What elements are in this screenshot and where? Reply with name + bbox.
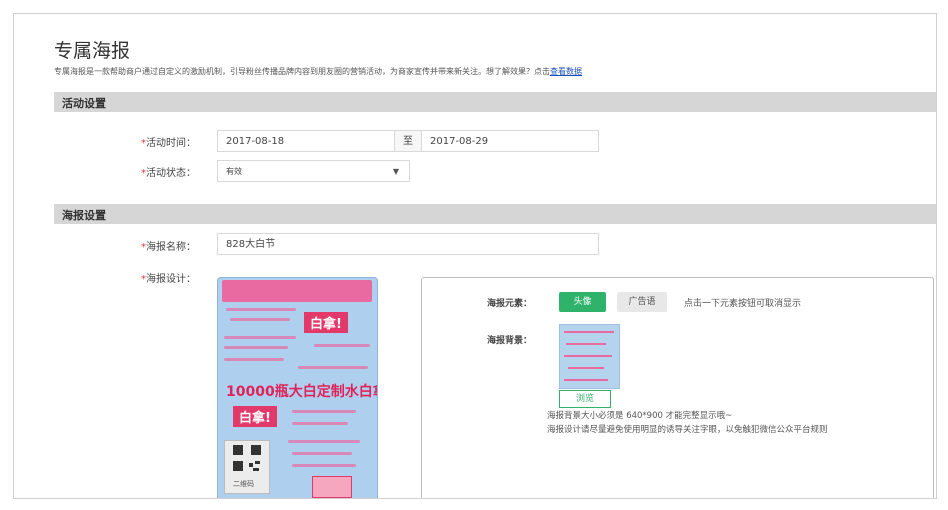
- poster-text-line: [226, 308, 296, 311]
- activity-status-select[interactable]: 有效 ▼: [217, 160, 410, 182]
- start-date-input[interactable]: 2017-08-18: [217, 130, 395, 152]
- poster-text-line: [314, 344, 370, 347]
- poster-section-title: 海报设置: [62, 209, 106, 222]
- page-title: 专属海报: [54, 40, 131, 62]
- poster-text-line: [224, 346, 288, 349]
- poster-elements-label: 海报元素：: [487, 299, 533, 309]
- background-thumbnail: [559, 324, 620, 389]
- view-data-link[interactable]: 查看数据: [550, 67, 582, 76]
- thumb-line: [564, 379, 608, 381]
- poster-text-line: [230, 318, 290, 321]
- thumb-line: [568, 367, 604, 369]
- poster-badge: 白拿!: [304, 312, 348, 333]
- thumb-line: [564, 355, 612, 357]
- poster-top-banner: [222, 280, 372, 302]
- poster-badge-secondary: 白拿!: [233, 406, 277, 427]
- activity-time-label: *活动时间：: [141, 138, 196, 149]
- page-description: 专属海报是一款帮助商户通过自定义的激励机制，引导粉丝传播品牌内容到朋友圈的营销活…: [54, 66, 582, 77]
- poster-preview[interactable]: 白拿! 10000瓶大白定制水白拿 白拿! 二维码: [217, 277, 378, 498]
- poster-background-label: 海报背景：: [487, 336, 533, 346]
- browse-button[interactable]: 浏览: [559, 390, 611, 408]
- poster-festival-stamp: [312, 476, 352, 498]
- poster-design-label: *海报设计：: [141, 274, 196, 285]
- poster-text-line: [292, 464, 356, 467]
- slogan-element-button[interactable]: 广告语: [617, 292, 667, 312]
- design-rule-note: 海报设计请尽量避免使用明显的诱导关注字眼，以免触犯微信公众平台规则: [547, 425, 828, 435]
- qr-code-label: 二维码: [233, 480, 254, 488]
- thumb-line: [566, 343, 606, 345]
- poster-section-header: 海报设置: [54, 204, 936, 224]
- poster-editor-panel: 海报元素： 头像 广告语 点击一下元素按钮可取消显示 海报背景： 浏览 海报背景…: [421, 277, 934, 498]
- poster-text-line: [224, 336, 296, 339]
- poster-text-line: [288, 440, 360, 443]
- poster-text-line: [292, 422, 348, 425]
- poster-headline: 10000瓶大白定制水白拿: [226, 384, 378, 400]
- poster-name-label: *海报名称：: [141, 242, 196, 253]
- poster-text-line: [224, 358, 284, 361]
- qr-code-icon: [233, 445, 261, 471]
- chevron-down-icon: ▼: [392, 167, 399, 176]
- page-frame: 专属海报 专属海报是一款帮助商户通过自定义的激励机制，引导粉丝传播品牌内容到朋友…: [13, 13, 937, 499]
- poster-text-line: [298, 366, 368, 369]
- activity-section-header: 活动设置: [54, 92, 936, 112]
- thumb-line: [564, 331, 614, 333]
- poster-text-line: [292, 452, 352, 455]
- activity-section-title: 活动设置: [62, 97, 106, 110]
- activity-status-value: 有效: [226, 167, 242, 176]
- qr-code-placeholder: 二维码: [224, 440, 270, 494]
- background-size-note: 海报背景大小必须是 640*900 才能完整显示哦~: [547, 411, 733, 421]
- avatar-element-button[interactable]: 头像: [559, 292, 606, 312]
- end-date-input[interactable]: 2017-08-29: [421, 130, 599, 152]
- activity-status-label: *活动状态：: [141, 168, 196, 179]
- elements-hint: 点击一下元素按钮可取消显示: [684, 299, 802, 309]
- description-text: 专属海报是一款帮助商户通过自定义的激励机制，引导粉丝传播品牌内容到朋友圈的营销活…: [54, 67, 550, 76]
- poster-text-line: [292, 410, 356, 413]
- poster-name-input[interactable]: 828大白节: [217, 233, 599, 255]
- date-range-separator: 至: [394, 130, 422, 152]
